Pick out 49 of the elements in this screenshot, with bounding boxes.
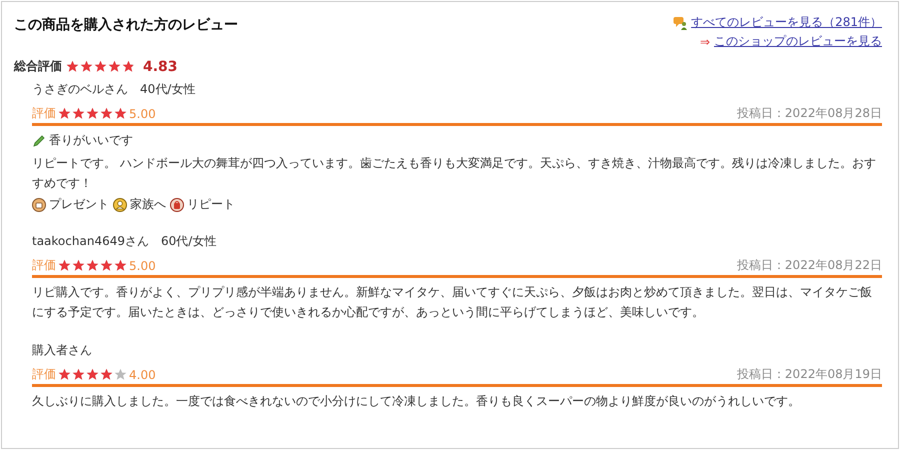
star-icon — [100, 368, 113, 381]
star-icon — [66, 60, 79, 73]
star-icon — [86, 368, 99, 381]
star-icon — [58, 259, 71, 272]
post-date: 投稿日：2022年08月28日 — [736, 105, 882, 122]
star-icon — [122, 60, 135, 73]
star-icon — [100, 259, 113, 272]
speech-bubble-icon — [673, 16, 688, 30]
review-headline: 香りがいいです — [49, 132, 133, 149]
review-text: リピ購入です。香りがよく、プリプリ感が半端ありません。新鮮なマイタケ、届いてすぐに天ぷら、夕飯はお肉と炒めて頂きました。翌日は、マイタケご飯にする予定です。届いたときは、どっさりで使いきれるか心配ですが、あっという間に平らげてしまうほど、美味しいです。 — [32, 284, 873, 321]
tag-label: リピート — [187, 196, 235, 213]
rating-score: 4.00 — [129, 368, 156, 382]
star-icon — [72, 368, 85, 381]
star-icon — [114, 107, 127, 120]
star-icon — [94, 60, 107, 73]
rating-label: 評価 — [32, 366, 56, 383]
star-icon — [100, 107, 113, 120]
star-icon — [114, 368, 127, 381]
tag-label: プレゼント — [49, 196, 109, 213]
rating-label: 評価 — [32, 257, 56, 274]
post-date: 投稿日：2022年08月22日 — [736, 257, 882, 274]
reviewer-name: taakochan4649さん 60代/女性 — [32, 233, 218, 250]
star-icon — [114, 259, 127, 272]
pencil-icon — [32, 134, 46, 148]
star-icon — [108, 60, 121, 73]
person-icon — [113, 198, 127, 212]
star-icon — [58, 368, 71, 381]
reviewer-name: 購入者さん — [32, 342, 93, 359]
star-icon — [72, 259, 85, 272]
reviewer-name: うさぎのベルさん 40代/女性 — [32, 81, 196, 98]
arrow-text: ⇒ — [700, 34, 710, 48]
rating-label: 評価 — [32, 105, 56, 122]
overall-label: 総合評価 — [14, 58, 62, 75]
overall-score: 4.83 — [143, 58, 178, 74]
rating-score: 5.00 — [129, 258, 156, 272]
post-date: 投稿日：2022年08月19日 — [736, 366, 882, 383]
star-icon — [86, 259, 99, 272]
review-link[interactable]: このショップのレビューを見る — [714, 33, 882, 50]
review-link[interactable]: すべてのレビューを見る（281件） — [691, 14, 882, 31]
review-text: リピートです。 ハンドボール大の舞茸が四つ入っています。歯ごたえも香りも大変満足です。天ぷら、すき焼き、汁物最高です。残りは冷凍しました。おすすめです！ — [32, 155, 877, 192]
section-title: この商品を購入された方のレビュー — [14, 16, 238, 34]
star-icon — [58, 107, 71, 120]
bag-icon — [170, 198, 184, 212]
star-icon — [72, 107, 85, 120]
tag-label: 家族へ — [130, 196, 166, 213]
star-icon — [86, 107, 99, 120]
star-icon — [80, 60, 93, 73]
rating-score: 5.00 — [129, 106, 156, 120]
review-text: 久しぶりに購入しました。一度では食べきれないので小分けにして冷凍しました。香りも良くスーパーの物より鮮度が良いのがうれしいです。 — [32, 393, 801, 410]
